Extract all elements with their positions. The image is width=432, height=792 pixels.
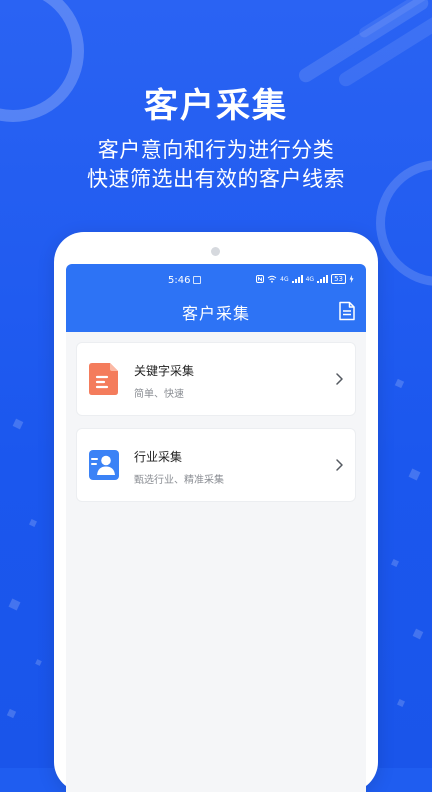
decorative-speck xyxy=(391,559,399,567)
decorative-speck xyxy=(35,659,42,666)
camera-dot xyxy=(211,247,220,256)
phone-frame: 5:46 4G 4G 53 客户采集 关键字采集 简单、快速 行业采集 甄选行业… xyxy=(54,232,378,792)
status-time-text: 5:46 xyxy=(168,275,191,286)
charging-icon xyxy=(349,275,354,283)
document-list-icon[interactable] xyxy=(336,300,358,322)
status-bar-icons: 4G 4G 53 xyxy=(256,274,354,284)
decorative-speck xyxy=(12,418,24,430)
signal-icon xyxy=(291,275,303,283)
industry-collect-card[interactable]: 行业采集 甄选行业、精准采集 xyxy=(76,428,356,502)
decorative-speck xyxy=(412,628,424,640)
app-title: 客户采集 xyxy=(181,304,250,323)
card-title: 关键字采集 xyxy=(134,364,195,378)
nfc-icon xyxy=(256,275,265,283)
app-screen: 5:46 4G 4G 53 客户采集 关键字采集 简单、快速 行业采集 甄选行业… xyxy=(66,264,366,792)
document-icon xyxy=(89,363,118,395)
status-bar-time: 5:46 xyxy=(168,275,202,286)
hero-subtitle-line: 快速筛选出有效的客户线索 xyxy=(87,167,345,191)
decorative-speck xyxy=(394,378,405,389)
hero-title: 客户采集 xyxy=(144,86,288,126)
card-title: 行业采集 xyxy=(134,450,183,464)
signal-icon xyxy=(317,275,329,283)
chevron-right-icon xyxy=(336,373,343,385)
hero-subtitle: 客户意向和行为进行分类 快速筛选出有效的客户线索 xyxy=(0,136,432,194)
decorative-speck xyxy=(8,598,21,611)
card-subtitle: 简单、快速 xyxy=(134,389,184,400)
chevron-right-icon xyxy=(336,459,343,471)
contact-card-icon xyxy=(89,450,119,480)
network-type-label: 4G xyxy=(305,275,315,283)
notification-icon xyxy=(193,276,202,284)
network-type-label: 4G xyxy=(280,275,289,283)
wifi-icon xyxy=(267,275,277,283)
app-bar: 5:46 4G 4G 53 客户采集 xyxy=(66,264,366,332)
decorative-speck xyxy=(408,468,421,481)
decorative-speck xyxy=(29,519,37,527)
hero-subtitle-line: 客户意向和行为进行分类 xyxy=(97,138,335,162)
battery-icon: 53 xyxy=(331,274,346,284)
decorative-speck xyxy=(397,699,405,707)
card-subtitle: 甄选行业、精准采集 xyxy=(134,475,224,486)
decorative-speck xyxy=(6,708,17,719)
keyword-collect-card[interactable]: 关键字采集 简单、快速 xyxy=(76,342,356,416)
